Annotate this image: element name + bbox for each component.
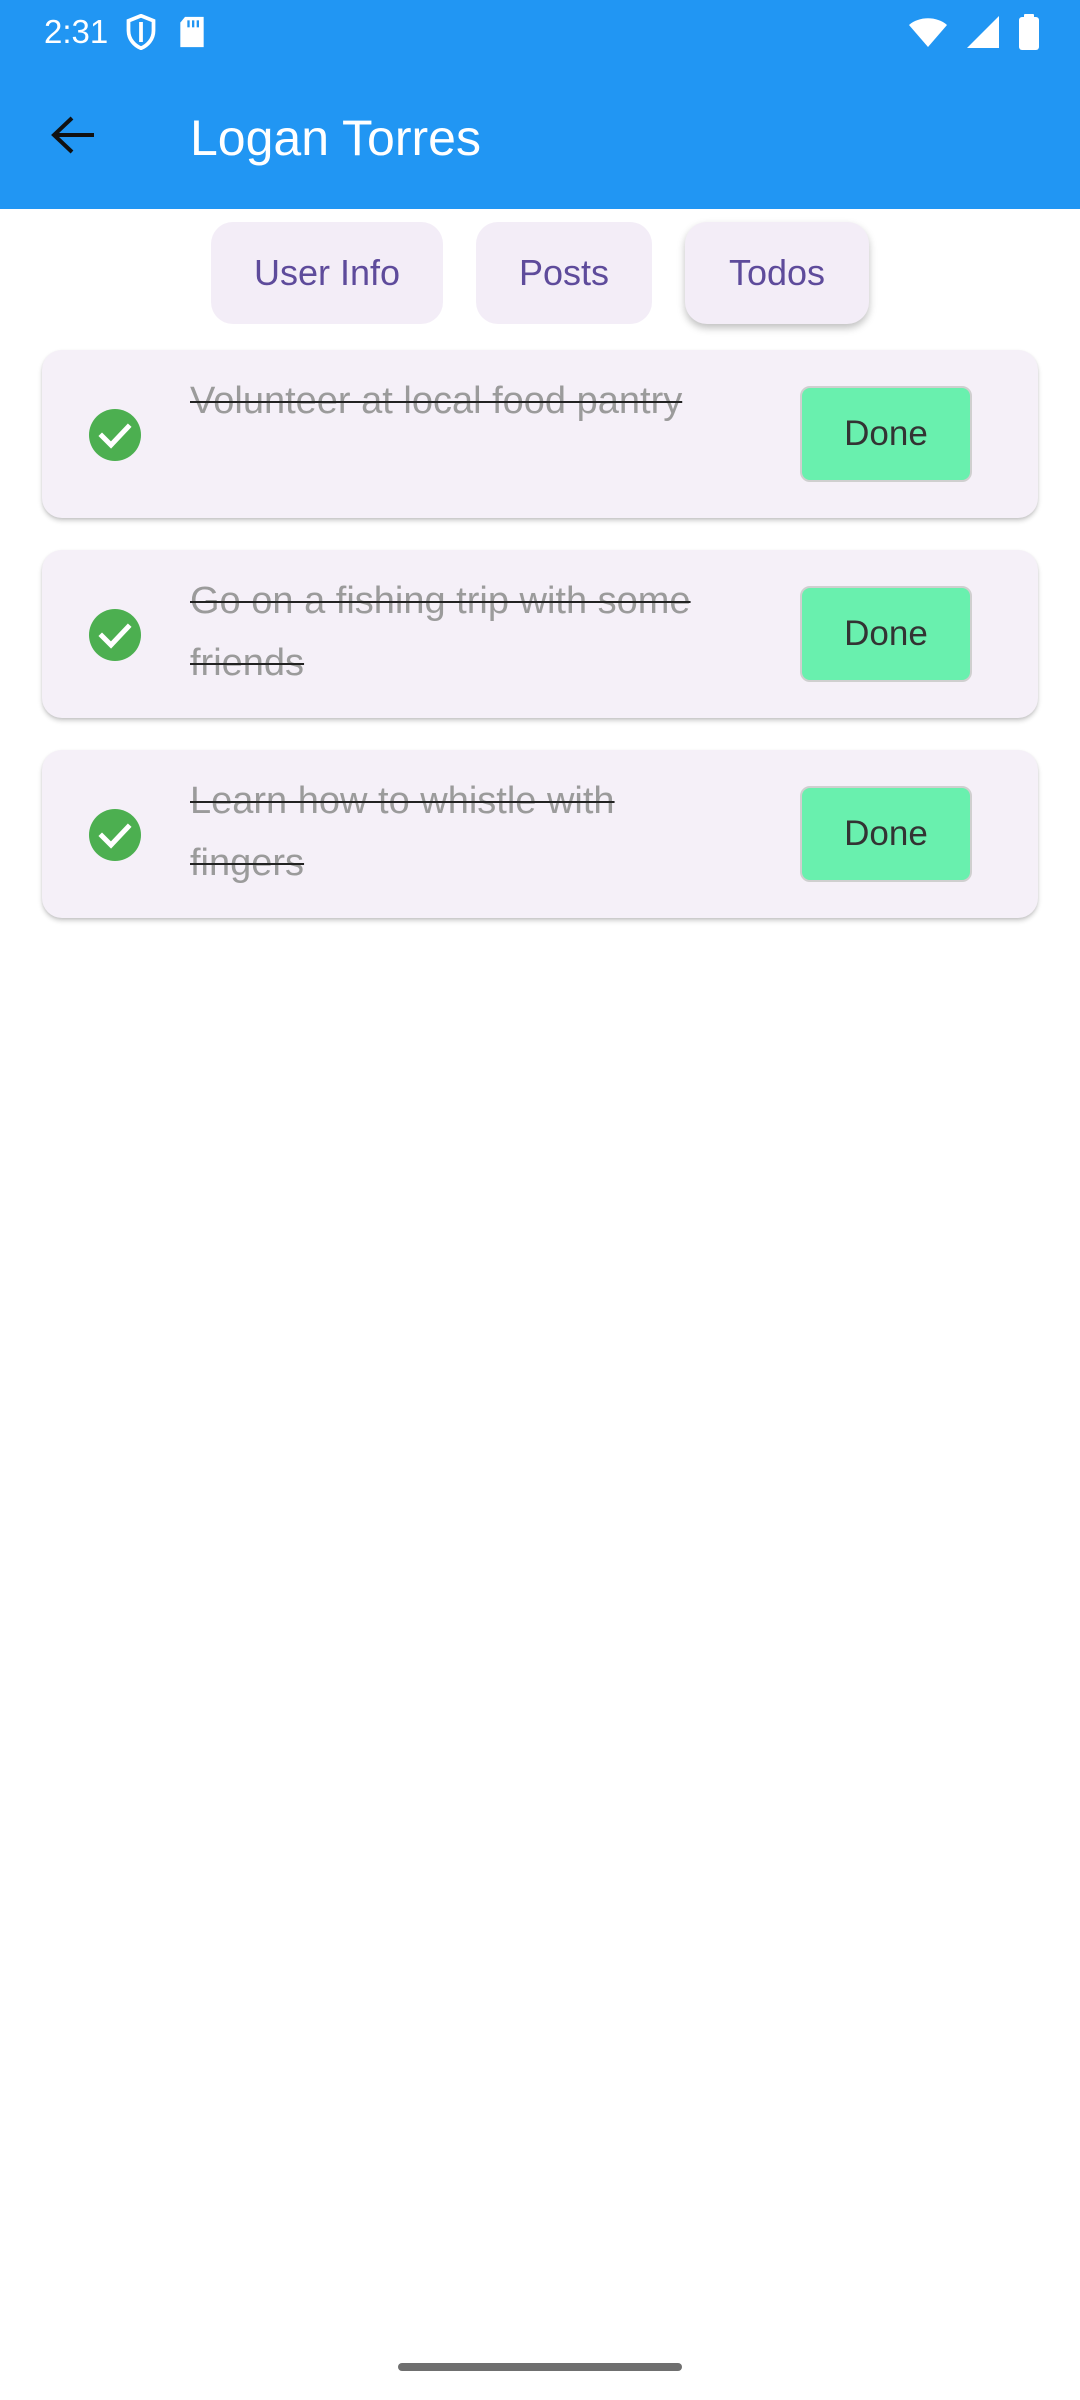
back-button[interactable]	[42, 106, 104, 168]
home-indicator[interactable]	[398, 2363, 682, 2371]
shield-icon	[126, 14, 156, 50]
check-circle-icon	[88, 608, 142, 662]
done-button[interactable]: Done	[800, 386, 972, 482]
todo-text: Volunteer at local food pantry	[190, 380, 683, 422]
tab-todos[interactable]: Todos	[685, 222, 869, 324]
sd-card-icon	[178, 15, 206, 49]
check-circle-icon	[88, 808, 142, 862]
done-button[interactable]: Done	[800, 586, 972, 682]
todo-list: Volunteer at local food pantry Done Go o…	[42, 350, 1038, 950]
toolbar: Logan Torres	[0, 64, 1080, 209]
wifi-icon	[908, 16, 948, 48]
todo-text: Go on a fishing trip with some friends	[190, 580, 691, 684]
todo-item: Volunteer at local food pantry Done	[42, 350, 1038, 518]
signal-icon	[966, 15, 1000, 49]
page-title: Logan Torres	[190, 110, 481, 166]
check-circle-icon	[88, 408, 142, 462]
arrow-back-icon	[50, 115, 96, 160]
tab-bar: User Info Posts Todos	[0, 222, 1080, 324]
battery-icon	[1018, 14, 1040, 50]
tab-user-info[interactable]: User Info	[211, 222, 443, 324]
status-time: 2:31	[44, 13, 109, 50]
tab-posts[interactable]: Posts	[476, 222, 652, 324]
todo-item: Go on a fishing trip with some friends D…	[42, 550, 1038, 718]
todo-item: Learn how to whistle with fingers Done	[42, 750, 1038, 918]
status-right-icons	[908, 14, 1040, 50]
done-button[interactable]: Done	[800, 786, 972, 882]
app-bar: 2:31 Logan Torres	[0, 0, 1080, 209]
status-bar: 2:31	[0, 0, 1080, 64]
status-left-icons	[126, 14, 206, 50]
todo-text: Learn how to whistle with fingers	[190, 780, 615, 884]
